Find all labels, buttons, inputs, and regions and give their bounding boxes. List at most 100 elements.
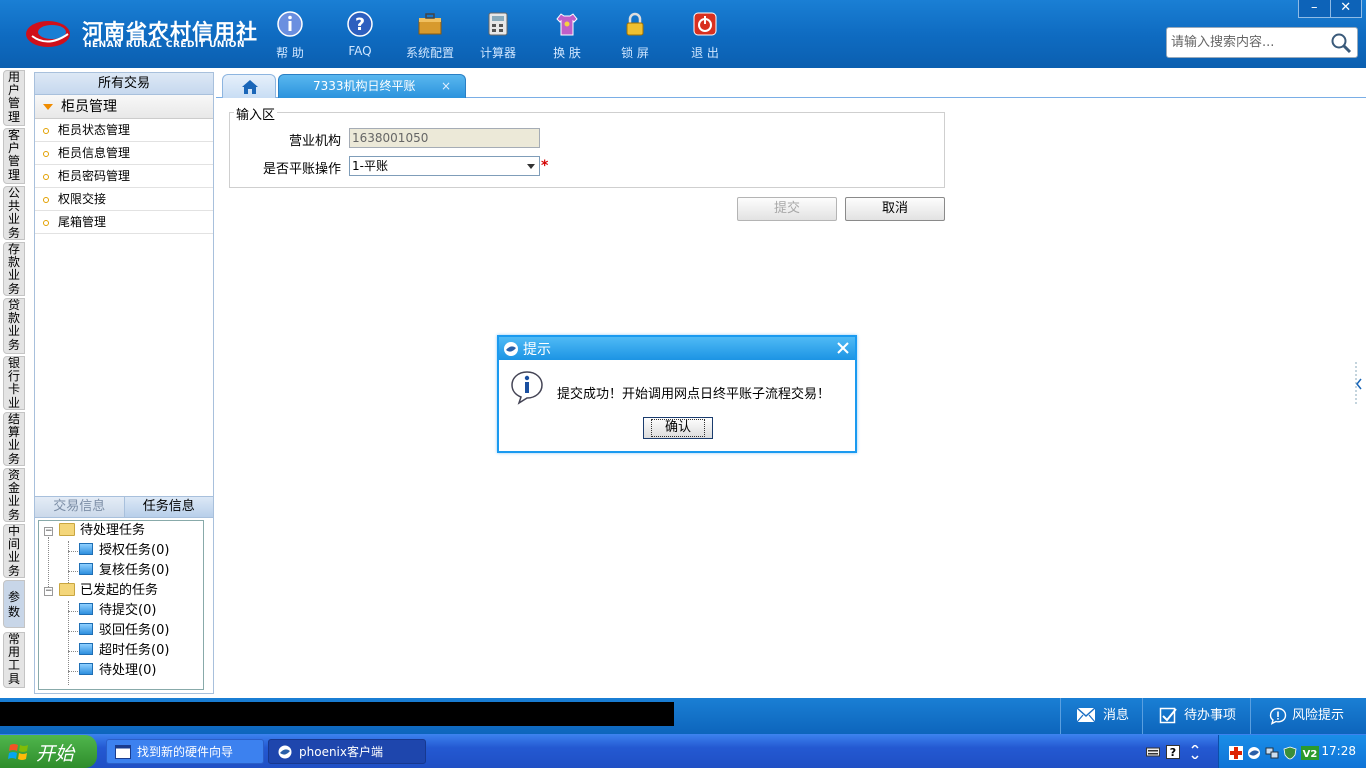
lock-screen-button[interactable]: 锁 屏 [604,8,666,60]
calculator-icon [488,12,508,36]
task-folder-icon [79,643,93,655]
collapse-panel-handle[interactable] [1355,362,1363,406]
taskbar-item-phoenix-client[interactable]: phoenix客户端 [268,739,426,764]
shield-icon[interactable] [1283,746,1297,760]
cancel-button[interactable]: 取消 [845,197,945,221]
tree-line [68,611,78,612]
search-box [1166,27,1358,58]
tree-line [68,671,78,672]
task-folder-icon [79,663,93,675]
faq-button[interactable]: ? FAQ [329,8,391,60]
expand-tray-icon[interactable] [1188,745,1202,759]
vtab-intermediary-business[interactable]: 中间业务 [3,524,25,578]
tree-node-rejected[interactable]: 驳回任务(0) [79,621,169,641]
v2-antivirus-icon[interactable]: V2 [1301,746,1319,760]
tree-line [68,541,69,585]
clock: 17:28 [1321,744,1356,758]
help-button[interactable]: 帮 助 [259,8,321,60]
menu-item-teller-password[interactable]: 柜员密码管理 [35,165,213,188]
phoenix-tray-icon[interactable] [1247,746,1261,760]
teller-management-group[interactable]: 柜员管理 [35,95,213,119]
confirm-button[interactable]: 确认 [643,417,713,439]
tree-node-label: 复核任务(0) [99,563,170,578]
home-tab[interactable] [222,74,276,98]
calculator-button[interactable]: 计算器 [467,8,529,60]
envelope-icon [1076,707,1096,723]
vtab-fund-business[interactable]: 资金业务 [3,468,25,522]
menu-item-label: 尾箱管理 [58,215,107,229]
keyboard-icon[interactable] [1146,745,1160,759]
vtab-user-management[interactable]: 用户管理 [3,70,25,126]
vtab-public-business[interactable]: 公共业务 [3,186,25,240]
tab-task-info[interactable]: 任务信息 [124,497,213,517]
tree-node-review-tasks[interactable]: 复核任务(0) [79,561,169,581]
menu-item-label: 柜员密码管理 [58,169,131,183]
taskbar-item-hardware-wizard[interactable]: 找到新的硬件向导 [106,739,264,764]
info-icon [511,371,543,405]
collapse-toggle-icon[interactable]: − [44,587,53,596]
work-tab-bar: 7333机构日终平账 × [216,72,1366,98]
vtab-loan-business[interactable]: 贷款业务 [3,298,25,354]
tree-node-label: 驳回任务(0) [99,623,170,638]
system-config-button[interactable]: 系统配置 [399,8,461,60]
taskbar-item-label: phoenix客户端 [299,745,383,759]
help-tray-icon[interactable]: ? [1166,745,1180,759]
bullet-icon [43,173,49,180]
menu-item-tail-box[interactable]: 尾箱管理 [35,211,213,234]
window-controls: – ✕ [1298,0,1362,18]
vtab-bank-card-business[interactable]: 银行卡业务 [3,356,25,410]
tree-line [68,631,78,632]
tree-line [48,537,49,593]
input-area-legend: 输入区 [234,104,278,123]
bullet-icon [43,196,49,203]
tree-line [68,651,78,652]
transaction-panel: 所有交易 柜员管理 柜员状态管理 柜员信息管理 柜员密码管理 权限交接 尾箱管理… [34,72,214,694]
org-label: 营业机构 [288,134,341,149]
tree-node-to-submit[interactable]: 待提交(0) [79,601,156,621]
tree-node-auth-tasks[interactable]: 授权任务(0) [79,541,169,561]
tree-node-to-process[interactable]: 待处理(0) [79,661,156,681]
shirt-icon [556,13,578,36]
red-cross-icon[interactable] [1229,746,1243,760]
all-transactions-header[interactable]: 所有交易 [35,73,213,95]
help-label: 帮 助 [276,46,304,60]
tab-close-icon[interactable]: × [441,75,451,97]
tree-node-timeout[interactable]: 超时任务(0) [79,641,169,661]
task-folder-icon [79,543,93,555]
vtab-deposit-business[interactable]: 存款业务 [3,242,25,296]
vtab-common-tools[interactable]: 常用工具 [3,632,25,688]
tree-node-label: 待处理任务 [80,523,146,538]
menu-item-label: 柜员状态管理 [58,123,131,137]
search-icon[interactable] [1329,31,1353,55]
bullet-icon [43,219,49,226]
tree-node-pending-tasks[interactable]: 待处理任务 [59,521,145,541]
tab-transaction-info[interactable]: 交易信息 [35,497,125,517]
start-button[interactable]: 开始 [0,735,97,768]
todo-button[interactable]: 待办事项 [1142,698,1250,734]
search-input[interactable] [1167,28,1327,57]
close-icon[interactable] [835,340,851,356]
vtab-settlement-business[interactable]: 结算业务 [3,412,25,466]
expand-triangle-icon [43,104,53,110]
vtab-parameters[interactable]: 参数 [3,580,25,628]
change-skin-button[interactable]: 换 肤 [536,8,598,60]
menu-item-teller-status[interactable]: 柜员状态管理 [35,119,213,142]
notice-dialog: 提示 提交成功！开始调用网点日终平账子流程交易！ 确认 [497,335,857,453]
minimize-button[interactable]: – [1299,0,1330,17]
menu-item-permission-handover[interactable]: 权限交接 [35,188,213,211]
vtab-customer-management[interactable]: 客户管理 [3,128,25,184]
close-window-button[interactable]: ✕ [1329,0,1362,17]
network-icon[interactable] [1265,746,1279,760]
logout-button[interactable]: 退 出 [674,8,736,60]
tab-7333-daily-balance[interactable]: 7333机构日终平账 × [278,74,466,98]
dialog-titlebar: 提示 [499,337,855,360]
svg-text:?: ? [1170,746,1176,759]
messages-button[interactable]: 消息 [1060,698,1142,734]
submit-button[interactable]: 提交 [737,197,837,221]
tree-node-initiated-tasks[interactable]: 已发起的任务 [59,581,158,601]
menu-item-teller-info[interactable]: 柜员信息管理 [35,142,213,165]
risk-alert-button[interactable]: 风险提示 [1250,698,1366,734]
calculator-label: 计算器 [479,46,516,60]
balance-op-select[interactable]: 1-平账 [349,156,540,176]
collapse-toggle-icon[interactable]: − [44,527,53,536]
